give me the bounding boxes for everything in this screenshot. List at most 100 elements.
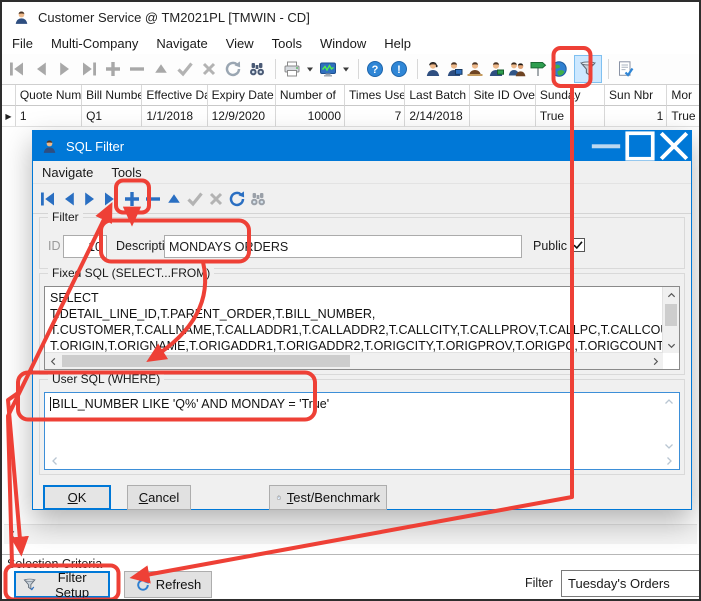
user-sql-textarea[interactable]: BILL_NUMBER LIKE 'Q%' AND MONDAY = 'True… <box>44 392 680 470</box>
monitor-icon[interactable] <box>317 57 339 81</box>
col-monday[interactable]: Mor <box>667 85 699 106</box>
cancel-icon[interactable] <box>198 57 220 81</box>
cell-sun-nbr[interactable]: 1 <box>605 106 667 127</box>
menu-window[interactable]: Window <box>311 34 375 53</box>
globe-icon[interactable] <box>549 57 569 81</box>
col-sunday[interactable]: Sunday <box>536 85 605 106</box>
apply-icon[interactable] <box>185 187 205 211</box>
up-icon[interactable] <box>150 57 172 81</box>
dialog-button-row: OK Cancel Test/Benchmark <box>43 485 387 510</box>
binoculars-icon[interactable] <box>246 57 268 81</box>
dialog-menu-navigate[interactable]: Navigate <box>33 163 102 182</box>
fixed-sql-hscrollbar[interactable] <box>45 352 663 369</box>
scroll-up-icon[interactable] <box>663 287 679 303</box>
binoculars-gray-icon[interactable] <box>248 187 268 211</box>
description-field[interactable] <box>164 235 522 258</box>
first-icon[interactable] <box>38 187 58 211</box>
col-quote-num[interactable]: Quote Num <box>16 85 82 106</box>
dialog-menu-tools[interactable]: Tools <box>102 163 150 182</box>
id-field[interactable] <box>63 235 107 258</box>
users-icon[interactable] <box>507 57 527 81</box>
col-site-id-over[interactable]: Site ID Over <box>470 85 536 106</box>
first-icon[interactable] <box>6 57 28 81</box>
cell-number-of[interactable]: 10000 <box>276 106 345 127</box>
cancel-icon[interactable] <box>206 187 226 211</box>
menu-navigate[interactable]: Navigate <box>147 34 216 53</box>
last-icon[interactable] <box>78 57 100 81</box>
caret-icon[interactable] <box>341 57 351 81</box>
signpost-icon[interactable] <box>528 57 548 81</box>
filter-combobox[interactable] <box>561 570 701 597</box>
prev-icon[interactable] <box>30 57 52 81</box>
cell-sunday[interactable]: True <box>536 106 605 127</box>
cell-effective-date[interactable]: 1/1/2018 <box>142 106 207 127</box>
cell-quote-num[interactable]: 1 <box>16 106 82 127</box>
apply-icon[interactable] <box>174 57 196 81</box>
col-expiry-date[interactable]: Expiry Date <box>208 85 276 106</box>
scroll-left-icon[interactable] <box>49 455 61 467</box>
cell-last-batch[interactable]: 2/14/2018 <box>405 106 469 127</box>
test-benchmark-button[interactable]: Test/Benchmark <box>269 485 387 510</box>
menu-multi-company[interactable]: Multi-Company <box>42 34 147 53</box>
help-icon[interactable]: ? <box>364 57 386 81</box>
grid-hscrollbar[interactable] <box>4 524 697 544</box>
cell-site-id-over[interactable] <box>470 106 536 127</box>
filter-groupbox: Filter ID Description Public <box>39 217 685 269</box>
cell-monday[interactable]: True <box>667 106 699 127</box>
cell-expiry-date[interactable]: 12/9/2020 <box>208 106 276 127</box>
col-number-of[interactable]: Number of <box>276 85 345 106</box>
scroll-left-icon[interactable] <box>45 353 61 369</box>
refresh-icon[interactable] <box>222 57 244 81</box>
close-icon[interactable] <box>657 131 691 161</box>
prev-icon[interactable] <box>59 187 79 211</box>
cell-bill-number[interactable]: Q1 <box>82 106 142 127</box>
up-icon[interactable] <box>164 187 184 211</box>
minimize-icon[interactable] <box>589 131 623 161</box>
col-last-batch[interactable]: Last Batch T <box>405 85 469 106</box>
filter-setup-button[interactable]: Filter Setup <box>14 571 110 598</box>
col-effective-date[interactable]: Effective Da <box>142 85 207 106</box>
col-sun-nbr[interactable]: Sun Nbr <box>605 85 667 106</box>
add-icon[interactable] <box>122 187 142 211</box>
agent-icon[interactable] <box>423 57 443 81</box>
user-book-icon[interactable] <box>486 57 506 81</box>
add-icon[interactable] <box>102 57 124 81</box>
hscroll-thumb[interactable] <box>62 355 350 367</box>
scroll-right-icon[interactable] <box>647 353 663 369</box>
ok-button[interactable]: OK <box>43 485 111 510</box>
scroll-left-icon[interactable] <box>4 526 20 542</box>
col-bill-number[interactable]: Bill Number <box>82 85 142 106</box>
fixed-sql-vscrollbar[interactable] <box>662 287 679 353</box>
menu-help[interactable]: Help <box>375 34 420 53</box>
remove-icon[interactable] <box>126 57 148 81</box>
cell-times-used[interactable]: 7 <box>345 106 405 127</box>
last-icon[interactable] <box>101 187 121 211</box>
alert-icon[interactable]: ! <box>388 57 410 81</box>
scroll-up-icon[interactable] <box>663 396 675 408</box>
refresh-button[interactable]: Refresh <box>124 571 212 598</box>
menu-tools[interactable]: Tools <box>263 34 311 53</box>
scroll-right-icon[interactable] <box>663 455 675 467</box>
grid-data-row[interactable]: ▶ 1 Q1 1/1/2018 12/9/2020 10000 7 2/14/2… <box>2 106 699 127</box>
next-icon[interactable] <box>80 187 100 211</box>
menu-view[interactable]: View <box>217 34 263 53</box>
user-desk-icon[interactable] <box>465 57 485 81</box>
doc-check-icon[interactable] <box>614 57 636 81</box>
caret-icon[interactable] <box>305 57 315 81</box>
col-times-used[interactable]: Times Used <box>345 85 405 106</box>
next-icon[interactable] <box>54 57 76 81</box>
public-checkbox[interactable] <box>571 238 585 252</box>
refresh-icon[interactable] <box>227 187 247 211</box>
fixed-sql-textarea[interactable]: SELECTT.DETAIL_LINE_ID,T.PARENT_ORDER,T.… <box>44 286 680 370</box>
user-monitor-icon[interactable] <box>444 57 464 81</box>
print-icon[interactable] <box>281 57 303 81</box>
maximize-icon[interactable] <box>623 131 657 161</box>
scroll-down-icon[interactable] <box>663 440 675 452</box>
scroll-down-icon[interactable] <box>663 337 679 353</box>
vscroll-thumb[interactable] <box>665 304 677 326</box>
menu-file[interactable]: File <box>2 34 42 53</box>
filter-funnel-icon[interactable] <box>574 55 602 83</box>
cancel-button[interactable]: Cancel <box>127 485 191 510</box>
filter-label: Filter <box>525 576 553 590</box>
remove-icon[interactable] <box>143 187 163 211</box>
